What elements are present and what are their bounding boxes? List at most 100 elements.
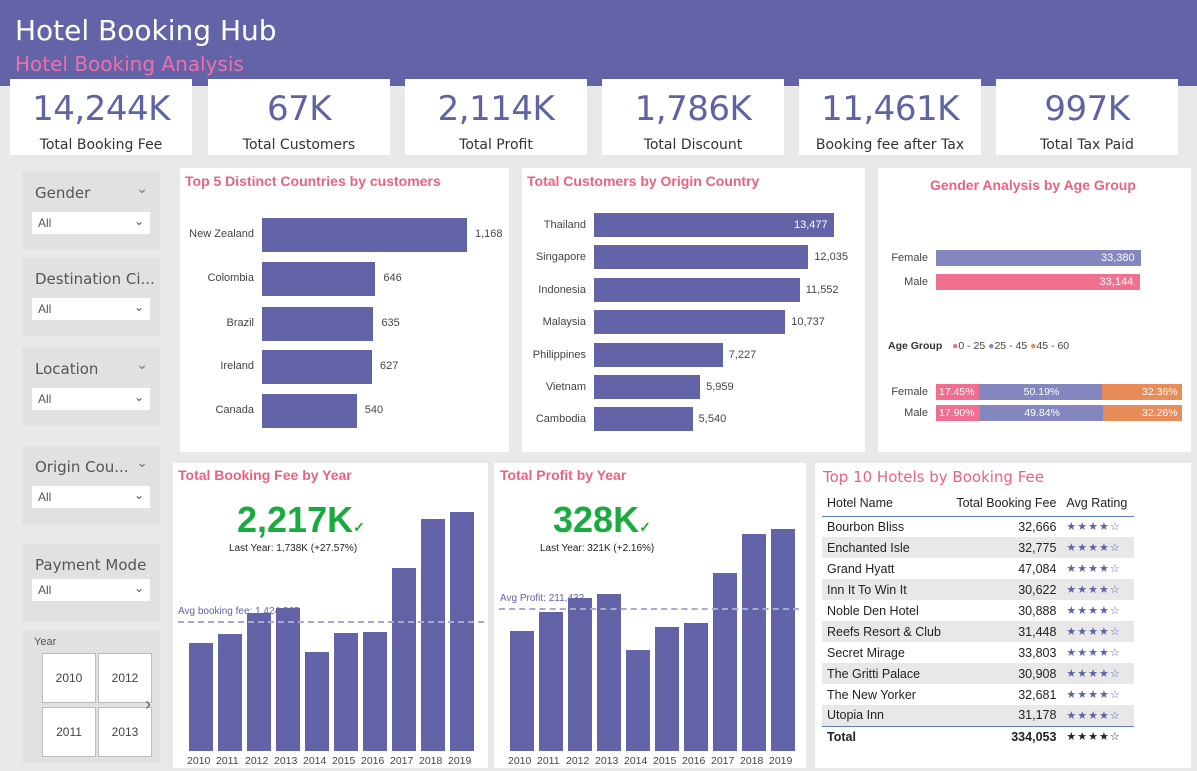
x-tick-label: 2014 xyxy=(624,755,648,767)
bar xyxy=(363,631,387,751)
legend-item: 25 - 45 xyxy=(994,340,1028,352)
column-header[interactable]: Hotel Name xyxy=(822,490,949,517)
table-row[interactable]: Grand Hyatt 47,084 ★★★★☆ xyxy=(822,558,1134,579)
chevron-down-icon: ⌄ xyxy=(133,390,144,404)
chevron-down-icon: ⌄ xyxy=(133,300,144,314)
bar xyxy=(305,652,329,751)
table-total-row: Total 334,053 ★★★★☆ xyxy=(822,725,1134,747)
bar xyxy=(189,642,213,751)
kpi-card-total-customers: 67K Total Customers xyxy=(208,79,390,155)
table-row[interactable]: The Gritti Palace 30,908 ★★★★☆ xyxy=(822,663,1134,684)
average-label: Avg Profit: 211,432 xyxy=(500,593,585,605)
dropdown-value: All xyxy=(38,490,52,504)
booking-fee-cell: 32,666 xyxy=(1018,519,1057,534)
kpi-number: 2,217K xyxy=(237,499,354,540)
data-label: 33,380 xyxy=(1101,252,1135,264)
x-tick-label: 2018 xyxy=(419,755,443,767)
x-tick-label: 2010 xyxy=(508,755,532,767)
chevron-down-icon: ⌄ xyxy=(133,581,144,595)
bar xyxy=(594,277,800,302)
x-tick-label: 2011 xyxy=(216,755,239,767)
x-tick-label: 2016 xyxy=(682,755,706,767)
chevron-right-icon[interactable]: › xyxy=(145,694,151,715)
category-label: Canada xyxy=(215,404,254,416)
rating-stars-icon: ★★★★☆ xyxy=(1061,537,1134,558)
age-group-legend: ●0 - 25 ●25 - 45 ●45 - 60 xyxy=(952,340,1069,352)
data-label: 627 xyxy=(380,360,399,372)
chevron-down-icon: ⌄ xyxy=(133,488,144,502)
table-row[interactable]: Inn It To Win It 30,622 ★★★★☆ xyxy=(822,579,1134,600)
kpi-label: Total Profit xyxy=(459,137,533,153)
chevron-down-icon[interactable]: ⌄ xyxy=(136,180,148,197)
data-label: 12,035 xyxy=(814,251,848,264)
table-header-row: Hotel Name Total Booking Fee Avg Rating xyxy=(822,490,1134,517)
legend-title: Age Group xyxy=(888,340,943,352)
hotel-name-cell: Enchanted Isle xyxy=(822,537,949,558)
dropdown-value: All xyxy=(38,302,52,316)
kpi-card-total-tax-paid: 997K Total Tax Paid xyxy=(996,79,1178,155)
bar xyxy=(539,612,563,751)
table-row[interactable]: The New Yorker 32,681 ★★★★☆ xyxy=(822,684,1134,705)
bar xyxy=(510,630,534,751)
data-label: 11,552 xyxy=(805,283,839,296)
average-line xyxy=(499,608,799,611)
legend-item: 45 - 60 xyxy=(1036,340,1070,352)
table-row[interactable]: Enchanted Isle 32,775 ★★★★☆ xyxy=(822,537,1134,558)
booking-fee-cell: 30,622 xyxy=(948,579,1062,600)
category-label: Female xyxy=(891,386,928,398)
year-tile-2011[interactable]: 2011 xyxy=(42,707,96,757)
x-tick-label: 2013 xyxy=(274,755,298,767)
bar xyxy=(218,633,242,751)
slicer-title: Location xyxy=(35,360,99,378)
kpi-value: 328K✓ xyxy=(553,499,651,541)
year-tile-2012[interactable]: 2012 xyxy=(98,653,152,703)
table-row[interactable]: Reefs Resort & Club 31,448 ★★★★☆ xyxy=(822,621,1134,642)
column-header[interactable]: Avg Rating xyxy=(1061,490,1134,517)
rating-stars-icon: ★★★★☆ xyxy=(1061,725,1134,747)
payment-mode-dropdown[interactable]: All ⌄ xyxy=(32,579,150,601)
kpi-label: Total Booking Fee xyxy=(39,137,163,153)
data-label: 49.84% xyxy=(1024,407,1060,419)
gender-dropdown[interactable]: All ⌄ xyxy=(32,212,150,234)
booking-fee-cell: 47,084 xyxy=(1018,561,1057,576)
slicer-title: Gender xyxy=(35,184,91,202)
checkmark-icon: ✓ xyxy=(353,519,365,535)
bar xyxy=(594,310,786,335)
hotel-name-cell: Secret Mirage xyxy=(827,645,905,660)
column-header[interactable]: Total Booking Fee xyxy=(948,490,1062,517)
table-row[interactable]: Utopia Inn 31,178 ★★★★☆ xyxy=(822,705,1134,726)
booking-fee-cell: 31,178 xyxy=(948,705,1062,726)
table-row[interactable]: Noble Den Hotel 30,888 ★★★★☆ xyxy=(822,600,1134,621)
bar xyxy=(421,518,445,751)
chart-profit-by-year: Total Profit by Year 328K✓ Last Year: 32… xyxy=(494,463,806,768)
chart-title: Total Booking Fee by Year xyxy=(178,467,352,483)
table-row[interactable]: Secret Mirage 33,803 ★★★★☆ xyxy=(822,642,1134,663)
kpi-subtext: Last Year: 321K (+2.16%) xyxy=(540,543,655,554)
data-label: 540 xyxy=(364,404,384,416)
bar xyxy=(392,568,416,751)
data-label: 10,737 xyxy=(791,316,825,329)
year-tile-2013[interactable]: 2013 xyxy=(98,707,152,757)
chart-top5-countries: Top 5 Distinct Countries by customers Ne… xyxy=(180,168,509,452)
hotel-name-cell: Grand Hyatt xyxy=(827,561,895,576)
destination-city-dropdown[interactable]: All ⌄ xyxy=(32,298,150,320)
hotel-name-cell: Noble Den Hotel xyxy=(827,603,919,618)
origin-country-dropdown[interactable]: All ⌄ xyxy=(32,486,150,508)
rating-stars-icon: ★★★★☆ xyxy=(1066,647,1121,659)
data-label: 32.36% xyxy=(1142,386,1178,398)
kpi-card-total-booking-fee: 14,244K Total Booking Fee xyxy=(10,79,192,155)
table-row[interactable]: Bourbon Bliss 32,666 ★★★★☆ xyxy=(822,516,1134,537)
data-label: 635 xyxy=(381,317,400,329)
chevron-down-icon[interactable]: ⌄ xyxy=(136,356,148,373)
year-tile-2010[interactable]: 2010 xyxy=(42,653,96,703)
kpi-value: 11,461K xyxy=(821,89,959,129)
location-dropdown[interactable]: All ⌄ xyxy=(32,388,150,410)
x-tick-label: 2017 xyxy=(711,755,735,767)
top-hotels-table: Hotel Name Total Booking Fee Avg Rating … xyxy=(822,490,1134,747)
bar xyxy=(276,608,300,751)
bar xyxy=(597,594,621,751)
kpi-value: 67K xyxy=(266,89,332,129)
bar xyxy=(262,262,376,296)
chevron-down-icon[interactable]: ⌄ xyxy=(136,454,148,471)
x-tick-label: 2016 xyxy=(361,755,385,767)
